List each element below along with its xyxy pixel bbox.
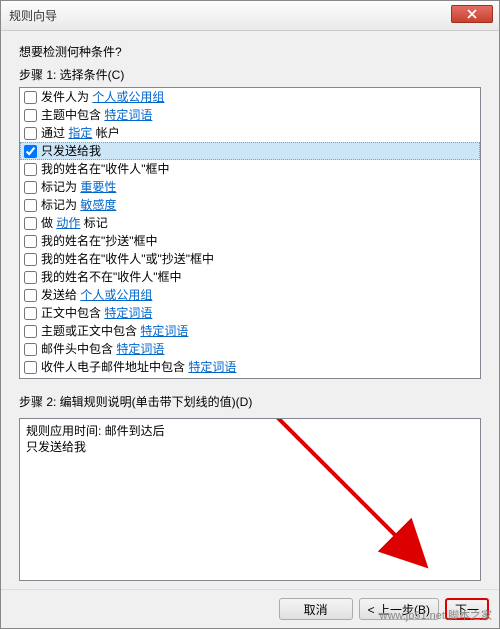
condition-link[interactable]: 特定词语: [104, 108, 152, 122]
condition-row[interactable]: 主题中包含 特定词语: [20, 106, 480, 124]
question-text: 想要检测何种条件?: [19, 43, 481, 60]
condition-text: 正文中包含 特定词语: [41, 305, 152, 321]
condition-link[interactable]: 个人或公用组: [80, 288, 152, 302]
condition-text: 发件人为 个人或公用组: [41, 89, 164, 105]
condition-text: 主题中包含 特定词语: [41, 107, 152, 123]
condition-text: 邮件头中包含 特定词语: [41, 341, 164, 357]
condition-link[interactable]: 特定词语: [116, 342, 164, 356]
condition-link[interactable]: 敏感度: [80, 198, 116, 212]
condition-checkbox[interactable]: [24, 271, 37, 284]
condition-text: 通过 指定 帐户: [41, 125, 120, 141]
condition-checkbox[interactable]: [24, 361, 37, 374]
condition-row[interactable]: 只发送给我: [20, 142, 480, 160]
condition-link[interactable]: 特定词语: [140, 324, 188, 338]
condition-checkbox[interactable]: [24, 91, 37, 104]
condition-row[interactable]: 通过 指定 帐户: [20, 124, 480, 142]
condition-checkbox[interactable]: [24, 181, 37, 194]
condition-checkbox[interactable]: [24, 145, 37, 158]
condition-row[interactable]: 我的姓名在"收件人"框中: [20, 160, 480, 178]
condition-row[interactable]: 邮件头中包含 特定词语: [20, 340, 480, 358]
condition-row[interactable]: 收件人电子邮件地址中包含 特定词语: [20, 358, 480, 376]
condition-checkbox[interactable]: [24, 109, 37, 122]
condition-text: 我的姓名在"收件人"或"抄送"框中: [41, 251, 214, 267]
condition-checkbox[interactable]: [24, 289, 37, 302]
condition-row[interactable]: 标记为 重要性: [20, 178, 480, 196]
conditions-listbox[interactable]: 发件人为 个人或公用组主题中包含 特定词语通过 指定 帐户只发送给我我的姓名在"…: [19, 87, 481, 379]
condition-text: 我的姓名在"抄送"框中: [41, 233, 158, 249]
cancel-button[interactable]: 取消: [279, 598, 353, 620]
condition-link[interactable]: 重要性: [80, 180, 116, 194]
condition-row[interactable]: 我的姓名在"收件人"或"抄送"框中: [20, 250, 480, 268]
titlebar: 规则向导: [1, 1, 499, 31]
condition-checkbox[interactable]: [24, 325, 37, 338]
condition-text: 只发送给我: [41, 143, 101, 159]
condition-checkbox[interactable]: [24, 307, 37, 320]
condition-row[interactable]: 主题或正文中包含 特定词语: [20, 322, 480, 340]
condition-link[interactable]: 个人或公用组: [92, 90, 164, 104]
condition-text: 标记为 敏感度: [41, 197, 116, 213]
condition-checkbox[interactable]: [24, 343, 37, 356]
close-icon: [467, 9, 477, 19]
window-title: 规则向导: [9, 7, 57, 24]
condition-link[interactable]: 特定词语: [188, 360, 236, 374]
condition-row[interactable]: 发送给 个人或公用组: [20, 286, 480, 304]
condition-link[interactable]: 动作: [56, 216, 80, 230]
description-line1: 规则应用时间: 邮件到达后: [26, 423, 474, 439]
condition-text: 我的姓名不在"收件人"框中: [41, 269, 182, 285]
condition-row[interactable]: 正文中包含 特定词语: [20, 304, 480, 322]
condition-text: 做 动作 标记: [41, 215, 108, 231]
condition-link[interactable]: 特定词语: [104, 306, 152, 320]
step1-label: 步骤 1: 选择条件(C): [19, 66, 481, 83]
condition-checkbox[interactable]: [24, 127, 37, 140]
condition-text: 标记为 重要性: [41, 179, 116, 195]
condition-row[interactable]: 做 动作 标记: [20, 214, 480, 232]
condition-text: 主题或正文中包含 特定词语: [41, 323, 188, 339]
rule-description-box[interactable]: 规则应用时间: 邮件到达后 只发送给我: [19, 418, 481, 581]
dialog-content: 想要检测何种条件? 步骤 1: 选择条件(C) 发件人为 个人或公用组主题中包含…: [1, 31, 499, 589]
condition-text: 我的姓名在"收件人"框中: [41, 161, 170, 177]
condition-checkbox[interactable]: [24, 199, 37, 212]
condition-link[interactable]: 指定: [68, 126, 92, 140]
condition-text: 收件人电子邮件地址中包含 特定词语: [41, 359, 236, 375]
step2-label: 步骤 2: 编辑规则说明(单击带下划线的值)(D): [19, 393, 481, 410]
condition-row[interactable]: 我的姓名不在"收件人"框中: [20, 268, 480, 286]
condition-checkbox[interactable]: [24, 163, 37, 176]
condition-text: 发送给 个人或公用组: [41, 287, 152, 303]
close-button[interactable]: [451, 5, 493, 23]
condition-row[interactable]: 我的姓名在"抄送"框中: [20, 232, 480, 250]
condition-checkbox[interactable]: [24, 217, 37, 230]
condition-checkbox[interactable]: [24, 253, 37, 266]
description-line2: 只发送给我: [26, 439, 474, 455]
condition-row[interactable]: 发件人为 个人或公用组: [20, 88, 480, 106]
condition-row[interactable]: 标记为 敏感度: [20, 196, 480, 214]
rules-wizard-window: 规则向导 想要检测何种条件? 步骤 1: 选择条件(C) 发件人为 个人或公用组…: [0, 0, 500, 629]
condition-checkbox[interactable]: [24, 235, 37, 248]
watermark-text: www.jb51.net 脚本之家: [380, 607, 492, 623]
